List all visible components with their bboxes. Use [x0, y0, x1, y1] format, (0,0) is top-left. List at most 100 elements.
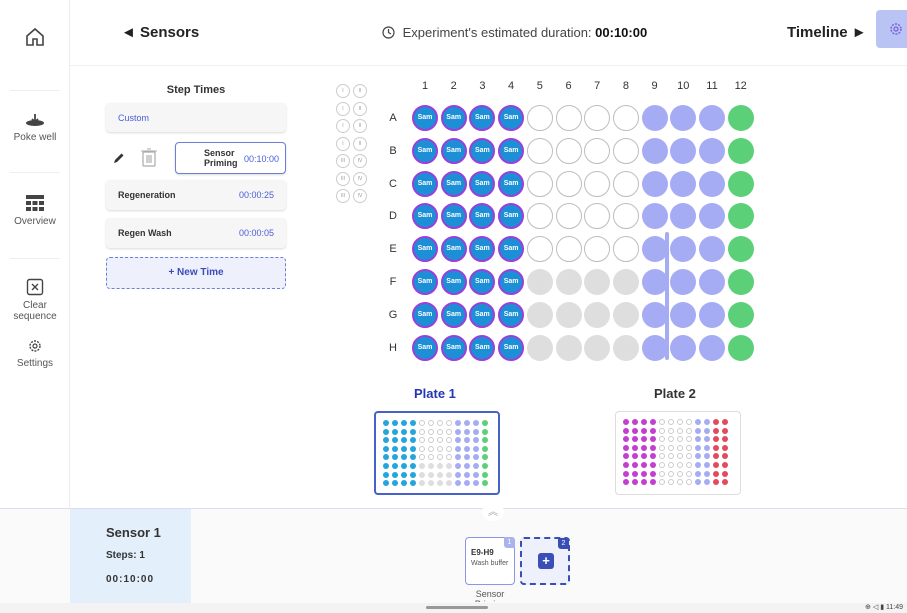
- well-H1[interactable]: Sam: [412, 334, 438, 361]
- plate2-label[interactable]: Plate 2: [654, 386, 696, 401]
- well-E4[interactable]: Sam: [498, 236, 525, 263]
- well-A7[interactable]: [584, 105, 611, 131]
- row-group-selector[interactable]: I: [336, 101, 350, 116]
- well-G11[interactable]: [699, 301, 725, 328]
- row-group-selector[interactable]: II: [353, 136, 367, 151]
- well-F7[interactable]: [584, 269, 611, 295]
- row-group-selector[interactable]: II: [353, 84, 367, 98]
- well-E11[interactable]: [699, 236, 725, 263]
- well-D7[interactable]: [584, 203, 611, 230]
- edit-pencil-icon[interactable]: [112, 151, 126, 165]
- column-header[interactable]: 12: [728, 80, 754, 92]
- well-H12[interactable]: [727, 334, 754, 361]
- step-card-sensor-priming[interactable]: Sensor Priming 00:10:00: [175, 142, 286, 174]
- row-group-selector[interactable]: IV: [353, 154, 367, 168]
- well-D11[interactable]: [699, 203, 725, 230]
- sequence-step-card[interactable]: 1 E9-H9 Wash buffer: [465, 537, 515, 585]
- row-header[interactable]: C: [387, 178, 399, 190]
- well-G1[interactable]: Sam: [412, 301, 438, 328]
- well-C4[interactable]: Sam: [498, 170, 525, 197]
- well-F5[interactable]: [526, 269, 553, 295]
- well-E10[interactable]: [670, 236, 697, 263]
- well-D6[interactable]: [555, 203, 582, 230]
- row-group-selector[interactable]: I: [336, 119, 350, 133]
- well-D8[interactable]: [612, 203, 639, 230]
- well-E9[interactable]: [641, 236, 668, 263]
- well-F3[interactable]: Sam: [469, 269, 496, 295]
- well-C12[interactable]: [727, 170, 754, 197]
- well-F9[interactable]: [641, 269, 668, 295]
- well-G3[interactable]: Sam: [469, 301, 496, 328]
- well-G6[interactable]: [555, 301, 582, 328]
- step-card-regen-wash[interactable]: Regen Wash 00:00:05: [106, 218, 286, 248]
- row-group-selector[interactable]: I: [336, 136, 350, 151]
- row-group-selector[interactable]: II: [353, 101, 367, 116]
- home-button[interactable]: [0, 26, 70, 52]
- well-B9[interactable]: [641, 137, 668, 164]
- column-header[interactable]: 11: [699, 80, 725, 92]
- well-D12[interactable]: [727, 203, 754, 230]
- well-B2[interactable]: Sam: [440, 137, 467, 164]
- well-D3[interactable]: Sam: [469, 203, 496, 230]
- well-A10[interactable]: [670, 105, 697, 131]
- well-B7[interactable]: [584, 137, 611, 164]
- well-D4[interactable]: Sam: [498, 203, 525, 230]
- well-C11[interactable]: [699, 170, 725, 197]
- well-B4[interactable]: Sam: [498, 137, 525, 164]
- well-F2[interactable]: Sam: [440, 269, 467, 295]
- sensor-summary-panel[interactable]: Sensor 1 Steps: 1 00:10:00: [70, 509, 191, 604]
- well-G7[interactable]: [584, 301, 611, 328]
- well-H3[interactable]: Sam: [469, 334, 496, 361]
- well-C2[interactable]: Sam: [440, 170, 467, 197]
- row-group-selector[interactable]: IV: [353, 189, 367, 203]
- well-H5[interactable]: [526, 334, 553, 361]
- column-header[interactable]: 8: [613, 80, 639, 92]
- well-D2[interactable]: Sam: [440, 203, 467, 230]
- row-group-selector[interactable]: I: [336, 84, 350, 98]
- settings-button[interactable]: Settings: [0, 338, 70, 369]
- trash-icon[interactable]: [140, 147, 158, 167]
- clear-sequence-button[interactable]: Clear sequence: [0, 278, 70, 322]
- well-D5[interactable]: [526, 203, 553, 230]
- row-header[interactable]: F: [387, 276, 399, 288]
- row-group-selector[interactable]: III: [336, 171, 350, 186]
- well-E8[interactable]: [612, 236, 639, 263]
- new-time-button[interactable]: + New Time: [106, 257, 286, 289]
- well-G5[interactable]: [526, 301, 553, 328]
- well-F12[interactable]: [727, 269, 754, 295]
- expand-chevron-icon[interactable]: ︽: [482, 503, 504, 521]
- well-G8[interactable]: [612, 301, 639, 328]
- well-B6[interactable]: [555, 137, 582, 164]
- row-header[interactable]: A: [387, 112, 399, 124]
- column-header[interactable]: 1: [412, 80, 438, 92]
- well-E12[interactable]: [727, 236, 754, 263]
- overview-button[interactable]: Overview: [0, 194, 70, 227]
- well-F1[interactable]: Sam: [412, 269, 438, 295]
- well-E7[interactable]: [584, 236, 611, 263]
- column-header[interactable]: 7: [584, 80, 610, 92]
- plate1-label[interactable]: Plate 1: [414, 386, 456, 401]
- well-H9[interactable]: [641, 334, 668, 361]
- well-H10[interactable]: [670, 334, 697, 361]
- well-A2[interactable]: Sam: [440, 105, 467, 131]
- well-C1[interactable]: Sam: [412, 170, 438, 197]
- well-H4[interactable]: Sam: [498, 334, 525, 361]
- well-C3[interactable]: Sam: [469, 170, 496, 197]
- plate1-thumbnail[interactable]: [374, 411, 500, 495]
- poke-well-button[interactable]: Poke well: [0, 112, 70, 143]
- well-H11[interactable]: [699, 334, 725, 361]
- well-G4[interactable]: Sam: [498, 301, 525, 328]
- column-header[interactable]: 9: [642, 80, 668, 92]
- well-G12[interactable]: [727, 301, 754, 328]
- column-header[interactable]: 3: [469, 80, 495, 92]
- row-header[interactable]: E: [387, 243, 399, 255]
- well-H2[interactable]: Sam: [440, 334, 467, 361]
- step-card-regeneration[interactable]: Regeneration 00:00:25: [106, 180, 286, 210]
- well-A12[interactable]: [727, 105, 754, 131]
- column-header[interactable]: 2: [441, 80, 467, 92]
- row-header[interactable]: B: [387, 145, 399, 157]
- well-E2[interactable]: Sam: [440, 236, 467, 263]
- well-D1[interactable]: Sam: [412, 203, 438, 230]
- row-header[interactable]: H: [387, 342, 399, 354]
- row-group-selector[interactable]: II: [353, 119, 367, 133]
